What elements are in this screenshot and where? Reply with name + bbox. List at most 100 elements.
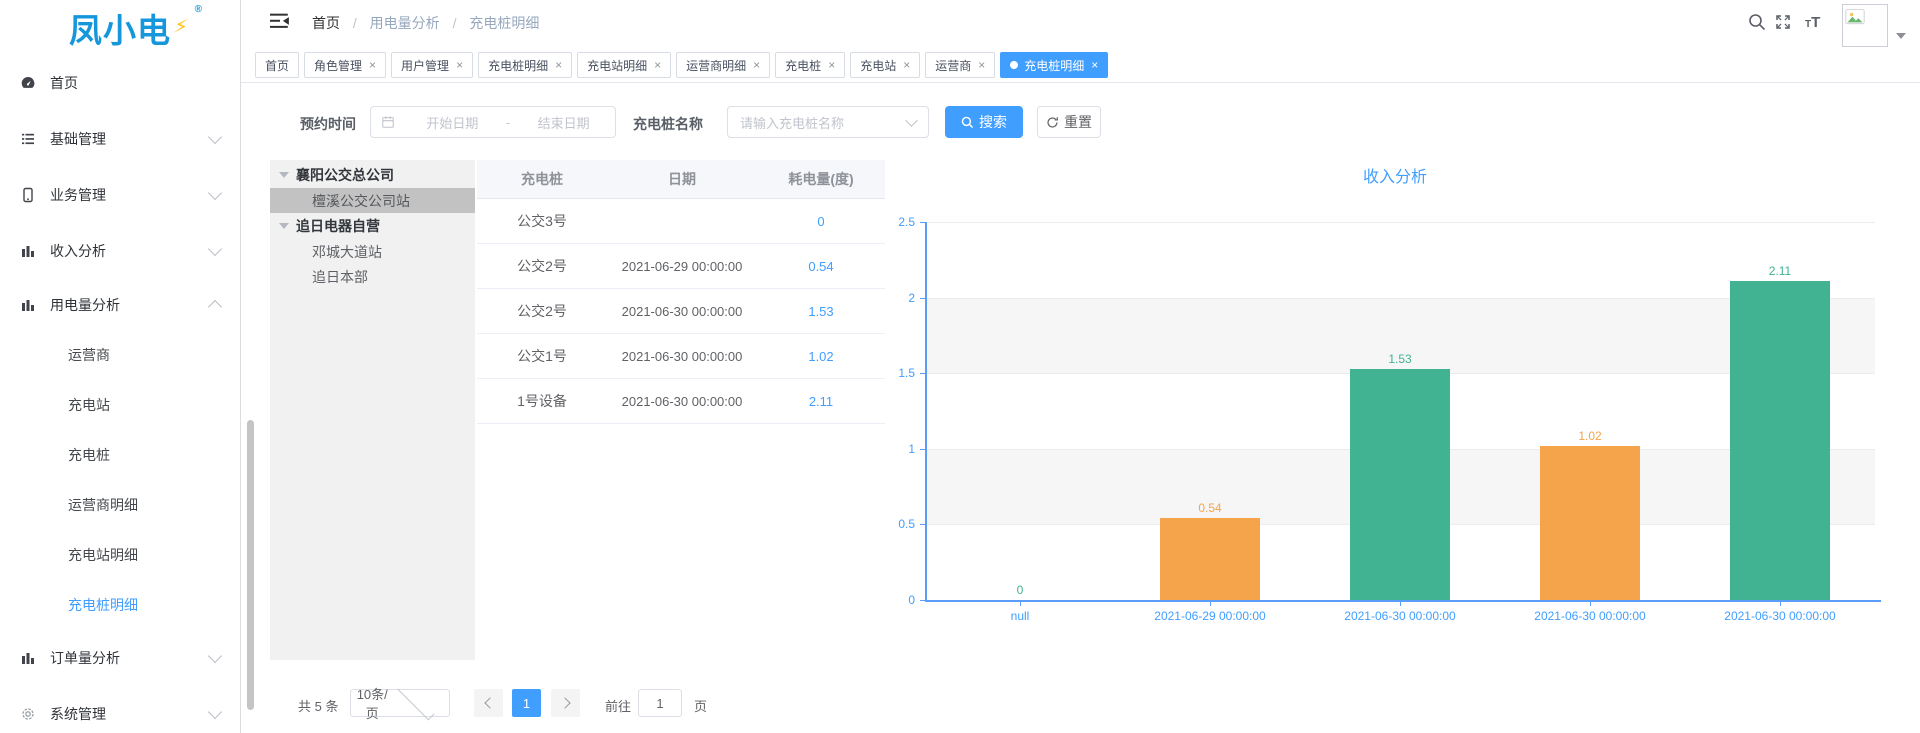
goto-page-input[interactable] [638, 689, 682, 717]
sidebar-subitem-2[interactable]: 充电桩 [0, 430, 240, 480]
bar [1540, 446, 1640, 600]
tree-group-0[interactable]: 襄阳公交总公司 [270, 162, 475, 188]
sidebar-item-3[interactable]: 收入分析 [0, 223, 240, 279]
sidebar-subitem-3[interactable]: 运营商明细 [0, 480, 240, 530]
sidebar-item-6[interactable]: 系统管理 [0, 686, 240, 733]
font-size-icon[interactable]: TT [1805, 14, 1825, 34]
sidebar-item-label: 系统管理 [50, 704, 210, 724]
sidebar-subitem-0[interactable]: 运营商 [0, 330, 240, 380]
pile-name-placeholder: 请输入充电桩名称 [740, 113, 907, 132]
cell-value-link[interactable]: 1.53 [757, 304, 885, 319]
table-row: 公交2号2021-06-29 00:00:000.54 [477, 244, 885, 289]
x-tick-icon [1210, 600, 1211, 606]
search-button-label: 搜索 [979, 112, 1007, 132]
brand-logo[interactable]: 凤小电 ⚡ ® [0, 0, 240, 55]
tab-4[interactable]: 充电站明细 × [577, 52, 671, 78]
cell-value-link[interactable]: 2.11 [757, 394, 885, 409]
x-tick-icon [1780, 600, 1781, 606]
user-menu-caret-icon[interactable] [1896, 26, 1906, 44]
tab-1[interactable]: 角色管理 × [304, 52, 386, 78]
avatar[interactable] [1842, 4, 1888, 47]
reset-button[interactable]: 重置 [1037, 106, 1101, 138]
sidebar-subitem-label: 充电桩明细 [68, 595, 240, 615]
prev-icon [484, 697, 495, 708]
sidebar-item-0[interactable]: 首页 [0, 55, 240, 111]
sidebar-item-label: 首页 [50, 73, 220, 93]
close-icon[interactable]: × [654, 59, 661, 71]
close-icon[interactable]: × [903, 59, 910, 71]
sidebar-subitem-label: 充电站 [68, 395, 240, 415]
tab-3[interactable]: 充电桩明细× [478, 52, 572, 78]
sidebar-subitem-label: 充电站明细 [68, 545, 240, 565]
close-icon[interactable]: × [828, 59, 835, 71]
x-tick-icon [1400, 600, 1401, 606]
page-number-current[interactable]: 1 [512, 689, 541, 717]
tree-node-label: 檀溪公交公司站 [312, 191, 410, 211]
pagination-total: 共 5 条 [298, 696, 338, 715]
pile-name-select[interactable]: 请输入充电桩名称 [727, 106, 929, 138]
scrollbar-thumb[interactable] [247, 420, 254, 710]
caret-down-icon [279, 172, 289, 178]
table-row: 公交2号2021-06-30 00:00:001.53 [477, 289, 885, 334]
bar-value-label: 1.53 [1360, 352, 1440, 366]
tab-label: 充电站明细 [587, 57, 647, 74]
collapse-sidebar-icon[interactable] [270, 12, 290, 30]
tab-8[interactable]: 运营商× [925, 52, 995, 78]
search-button[interactable]: 搜索 [945, 106, 1023, 138]
close-icon[interactable]: × [555, 59, 562, 71]
tree-group-1[interactable]: 追日电器自营 [270, 213, 475, 239]
close-icon[interactable]: × [753, 59, 760, 71]
tab-7[interactable]: 充电站 × [850, 52, 920, 78]
tab-label: 用户管理 [401, 57, 449, 74]
sidebar-subitem-1[interactable]: 充电站 [0, 380, 240, 430]
page-size-select[interactable]: 10条/页 [350, 689, 450, 717]
tab-5[interactable]: 运营商明细× [676, 52, 770, 78]
close-icon[interactable]: × [1091, 59, 1098, 71]
sidebar-item-2[interactable]: 业务管理 [0, 167, 240, 223]
sidebar-item-4[interactable]: 用电量分析 [0, 279, 240, 330]
sidebar-subitem-label: 充电桩 [68, 445, 240, 465]
chevron-down-icon [208, 242, 222, 256]
tree-node-1-0[interactable]: 邓城大道站 [270, 239, 475, 264]
chevron-down-icon [208, 649, 222, 663]
prev-page-button[interactable] [474, 689, 503, 717]
cell-date: 2021-06-30 00:00:00 [607, 346, 757, 367]
sidebar-item-5[interactable]: 订单量分析 [0, 630, 240, 686]
cell-value-link[interactable]: 0.54 [757, 259, 885, 274]
close-icon[interactable]: × [456, 59, 463, 71]
pile-name-label: 充电桩名称 [633, 114, 703, 134]
breadcrumb-separator: / [453, 15, 457, 31]
broken-image-icon [1845, 7, 1865, 27]
sidebar-item-1[interactable]: 基础管理 [0, 111, 240, 167]
close-icon[interactable]: × [369, 59, 376, 71]
refresh-icon [1046, 116, 1059, 129]
fullscreen-icon[interactable] [1774, 13, 1794, 33]
tab-label: 充电站 [860, 57, 896, 74]
page-size-value: 10条/页 [351, 684, 394, 722]
breadcrumb: 首页 / 用电量分析 / 充电桩明细 [312, 13, 539, 33]
tab-label: 首页 [265, 57, 289, 74]
x-axis-line [925, 600, 1881, 602]
tree-node-1-1[interactable]: 追日本部 [270, 264, 475, 289]
tab-0[interactable]: 首页 [255, 52, 299, 78]
date-filter-label: 预约时间 [300, 114, 356, 134]
cell-value-link[interactable]: 0 [757, 214, 885, 229]
close-icon[interactable]: × [978, 59, 985, 71]
consumption-table: 充电桩日期耗电量(度)公交3号0公交2号2021-06-29 00:00:000… [477, 160, 885, 424]
breadcrumb-home[interactable]: 首页 [312, 15, 340, 31]
tab-2[interactable]: 用户管理 × [391, 52, 473, 78]
cell-value-link[interactable]: 1.02 [757, 349, 885, 364]
sidebar-subitem-5[interactable]: 充电桩明细 [0, 580, 240, 630]
date-range-input[interactable]: 开始日期 - 结束日期 [370, 106, 616, 138]
table-header: 充电桩日期耗电量(度) [477, 160, 885, 199]
next-page-button[interactable] [551, 689, 580, 717]
tab-label: 角色管理 [314, 57, 362, 74]
tab-6[interactable]: 充电桩× [775, 52, 845, 78]
cell-pile: 公交2号 [477, 301, 607, 321]
tree-node-0-0[interactable]: 檀溪公交公司站 [270, 188, 475, 213]
tab-9[interactable]: 充电桩明细× [1000, 52, 1108, 78]
search-icon[interactable] [1748, 13, 1768, 33]
sidebar-subitem-4[interactable]: 充电站明细 [0, 530, 240, 580]
cell-date-text: 2021-06-30 00:00:00 [620, 346, 744, 367]
x-axis-label: 2021-06-30 00:00:00 [1700, 609, 1860, 623]
